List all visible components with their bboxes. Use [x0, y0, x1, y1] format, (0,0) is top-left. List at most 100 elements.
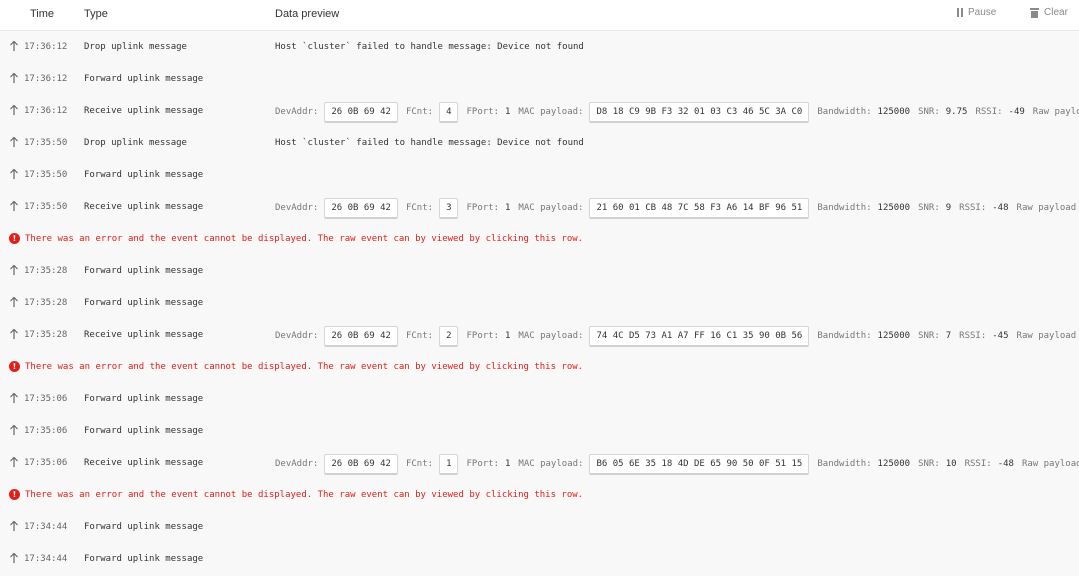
- event-row[interactable]: 17:35:50 Forward uplink message: [0, 160, 1079, 192]
- event-row[interactable]: 17:35:50 Receive uplink message DevAddr:…: [0, 192, 1079, 224]
- column-preview-header: Data preview: [275, 8, 340, 20]
- event-time: 17:35:50: [24, 138, 68, 148]
- arrow-up-icon: [10, 456, 18, 467]
- bandwidth-label: Bandwidth:: [817, 107, 872, 117]
- trash-icon: [1030, 7, 1039, 18]
- event-time: 17:34:44: [24, 554, 68, 564]
- event-time: 17:35:06: [24, 426, 68, 436]
- event-row[interactable]: 17:36:12 Receive uplink message DevAddr:…: [0, 96, 1079, 128]
- event-row[interactable]: 17:35:50 Drop uplink message Host `clust…: [0, 128, 1079, 160]
- devaddr-label: DevAddr:: [275, 459, 319, 469]
- bandwidth-value: 125000: [877, 459, 911, 469]
- event-row[interactable]: 17:35:06 Forward uplink message: [0, 384, 1079, 416]
- mac-payload-label: MAC payload:: [518, 203, 584, 213]
- fcnt-label: FCnt:: [405, 203, 434, 213]
- pause-button[interactable]: Pause: [957, 7, 996, 18]
- error-icon: !: [9, 489, 20, 500]
- bandwidth-label: Bandwidth:: [817, 203, 872, 213]
- snr-label: SNR:: [918, 203, 940, 213]
- fcnt-label: FCnt:: [405, 459, 434, 469]
- rssi-value: -48: [992, 203, 1009, 213]
- bandwidth-value: 125000: [877, 331, 911, 341]
- event-row[interactable]: 17:35:06 Receive uplink message DevAddr:…: [0, 448, 1079, 480]
- raw-payload-label: Raw payload: [1032, 107, 1079, 117]
- event-preview-message: Host `cluster` failed to handle message:…: [275, 42, 584, 52]
- event-type: Forward uplink message: [84, 394, 204, 404]
- event-row-error[interactable]: ! There was an error and the event canno…: [0, 352, 1079, 384]
- fport-label: FPort:: [466, 331, 499, 341]
- event-type: Forward uplink message: [84, 298, 204, 308]
- snr-label: SNR:: [918, 459, 940, 469]
- event-type: Forward uplink message: [84, 266, 204, 276]
- arrow-up-icon: [10, 296, 18, 307]
- event-row[interactable]: 17:35:06 Forward uplink message: [0, 416, 1079, 448]
- event-type: Drop uplink message: [84, 138, 187, 148]
- bandwidth-label: Bandwidth:: [817, 459, 872, 469]
- arrow-up-icon: [10, 200, 18, 211]
- arrow-up-icon: [10, 104, 18, 115]
- event-type: Receive uplink message: [84, 458, 204, 468]
- rssi-label: RSSI:: [964, 459, 992, 469]
- uplink-preview: DevAddr: 26 0B 69 42 FCnt: 1 FPort: 1 MA…: [275, 452, 1079, 476]
- devaddr-value: 26 0B 69 42: [324, 453, 398, 475]
- mac-payload-label: MAC payload:: [518, 107, 584, 117]
- event-row[interactable]: 17:35:28 Forward uplink message: [0, 256, 1079, 288]
- event-row[interactable]: 17:36:12 Forward uplink message: [0, 64, 1079, 96]
- snr-label: SNR:: [918, 331, 940, 341]
- event-time: 17:35:06: [24, 458, 68, 468]
- arrow-up-icon: [10, 168, 18, 179]
- event-row[interactable]: 17:34:44 Forward uplink message: [0, 512, 1079, 544]
- event-row[interactable]: 17:36:12 Drop uplink message Host `clust…: [0, 32, 1079, 64]
- fport-value: 1: [505, 203, 511, 213]
- devaddr-label: DevAddr:: [275, 107, 319, 117]
- fcnt-value: 4: [439, 101, 459, 123]
- fcnt-value: 1: [439, 453, 459, 475]
- mac-payload-value: 21 60 01 CB 48 7C 58 F3 A6 14 BF 96 51: [589, 197, 810, 219]
- event-time: 17:36:12: [24, 74, 68, 84]
- fport-label: FPort:: [466, 459, 499, 469]
- event-time: 17:36:12: [24, 106, 68, 116]
- bandwidth-label: Bandwidth:: [817, 331, 872, 341]
- arrow-up-icon: [10, 552, 18, 563]
- devaddr-label: DevAddr:: [275, 203, 319, 213]
- fcnt-label: FCnt:: [405, 331, 434, 341]
- event-row[interactable]: 17:34:44 Forward uplink message: [0, 544, 1079, 576]
- mac-payload-value: B6 05 6E 35 18 4D DE 65 90 50 0F 51 15: [589, 453, 810, 475]
- event-row[interactable]: 17:35:28 Forward uplink message: [0, 288, 1079, 320]
- rssi-label: RSSI:: [975, 107, 1003, 117]
- arrow-up-icon: [10, 392, 18, 403]
- arrow-up-icon: [10, 328, 18, 339]
- arrow-up-icon: [10, 40, 18, 51]
- event-type: Receive uplink message: [84, 330, 204, 340]
- fport-label: FPort:: [466, 107, 499, 117]
- pause-icon: [957, 8, 963, 17]
- event-time: 17:35:28: [24, 266, 68, 276]
- arrow-up-icon: [10, 72, 18, 83]
- fcnt-value: 2: [439, 325, 459, 347]
- snr-value: 9.75: [945, 107, 968, 117]
- arrow-up-icon: [10, 136, 18, 147]
- event-row-error[interactable]: ! There was an error and the event canno…: [0, 224, 1079, 256]
- clear-button[interactable]: Clear: [1030, 7, 1068, 18]
- raw-payload-label: Raw payload: [1016, 331, 1077, 341]
- column-type-header: Type: [84, 8, 108, 20]
- snr-label: SNR:: [918, 107, 940, 117]
- fport-value: 1: [505, 107, 511, 117]
- event-row[interactable]: 17:35:28 Receive uplink message DevAddr:…: [0, 320, 1079, 352]
- bandwidth-value: 125000: [877, 107, 911, 117]
- pause-label: Pause: [968, 7, 997, 18]
- clear-label: Clear: [1044, 7, 1068, 18]
- event-time: 17:36:12: [24, 42, 68, 52]
- event-time: 17:34:44: [24, 522, 68, 532]
- fport-label: FPort:: [466, 203, 499, 213]
- event-type: Forward uplink message: [84, 170, 204, 180]
- raw-payload-label: Raw payload: [1016, 203, 1077, 213]
- event-row-error[interactable]: ! There was an error and the event canno…: [0, 480, 1079, 512]
- uplink-preview: DevAddr: 26 0B 69 42 FCnt: 2 FPort: 1 MA…: [275, 324, 1079, 348]
- error-icon: !: [9, 361, 20, 372]
- rssi-value: -45: [992, 331, 1009, 341]
- devaddr-value: 26 0B 69 42: [324, 197, 398, 219]
- rssi-label: RSSI:: [959, 331, 987, 341]
- error-message: There was an error and the event cannot …: [25, 362, 584, 372]
- event-time: 17:35:50: [24, 202, 68, 212]
